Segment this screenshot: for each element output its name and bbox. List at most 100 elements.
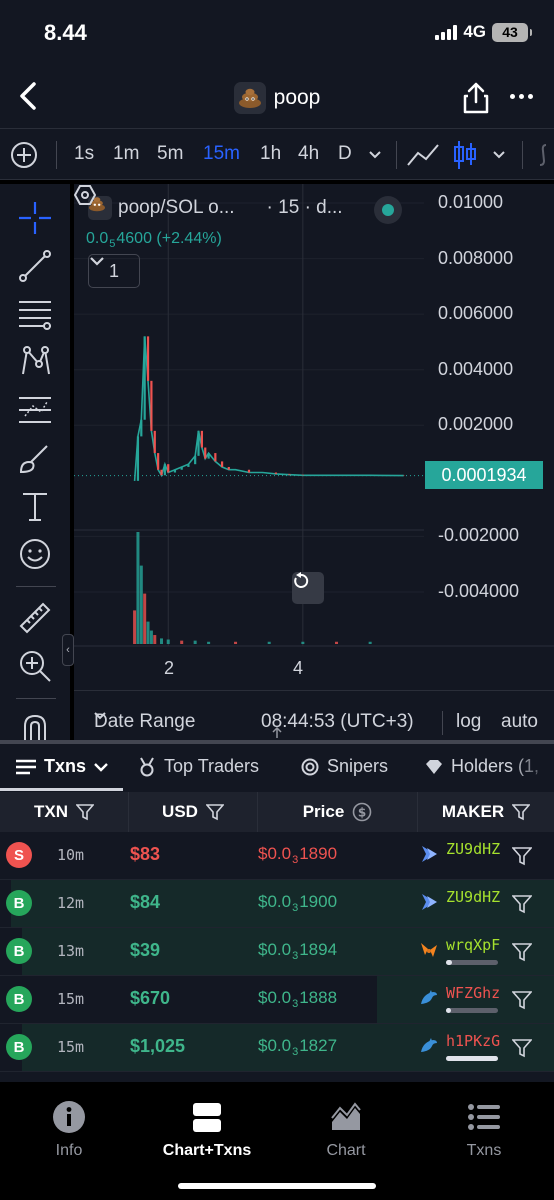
zoom-in-icon[interactable] (17, 648, 53, 684)
filter-icon[interactable] (512, 803, 531, 821)
log-scale-toggle[interactable]: log (456, 711, 481, 733)
filter-icon[interactable] (512, 942, 532, 962)
table-row[interactable]: B 13m $39 $0.031894 wrqXpF (0, 928, 554, 976)
bottom-tab-label: Chart+Txns (162, 1142, 252, 1159)
market-status-icon[interactable] (374, 196, 402, 224)
currency-toggle-icon[interactable]: $ (352, 802, 372, 822)
column-txn[interactable]: TXN (0, 792, 129, 832)
filter-icon[interactable] (76, 803, 94, 821)
crosshair-icon[interactable] (17, 200, 53, 236)
reset-icon (294, 572, 309, 588)
column-label: MAKER (441, 802, 505, 821)
prediction-icon[interactable] (17, 392, 53, 428)
tab-top-traders[interactable]: Top Traders (138, 756, 259, 777)
indicators-icon[interactable] (538, 141, 554, 169)
price-chart[interactable]: poop/SOL o... · 15 · d... 0.054600 (+2.4… (74, 184, 554, 740)
filter-icon[interactable] (512, 990, 532, 1010)
solana-icon (422, 894, 437, 910)
emoji-icon[interactable] (17, 536, 53, 572)
timeframe-d[interactable]: D (338, 143, 352, 165)
text-icon[interactable] (17, 488, 53, 524)
filter-icon[interactable] (205, 803, 224, 821)
txn-usd: $1,025 (130, 1036, 186, 1056)
chart-type-dropdown-icon[interactable] (492, 149, 506, 161)
txn-usd: $39 (130, 940, 161, 960)
home-indicator (178, 1183, 376, 1189)
pattern-icon[interactable] (17, 344, 53, 380)
legend-symbol: poop/SOL o... (118, 197, 235, 218)
txn-table-header: TXN USD Price $ MAKER (0, 792, 554, 832)
indicator-toggle[interactable]: 1 (88, 254, 140, 288)
battery-icon: 43 (492, 22, 532, 42)
chart-footer: Date Range 08:44:53 (UTC+3) log auto (74, 690, 554, 740)
timeframe-4h[interactable]: 4h (298, 143, 319, 165)
diamond-icon (426, 759, 442, 774)
txn-age: 15m (57, 990, 85, 1008)
status-indicators: 4G 43 (435, 22, 532, 42)
timeframe-1s[interactable]: 1s (74, 143, 94, 165)
table-row[interactable]: B 15m $1,025 $0.031827 h1PKzG (0, 1024, 554, 1072)
timeframe-15m[interactable]: 15m (203, 143, 240, 165)
bottom-tab-chart-txns[interactable]: Chart+Txns (138, 1100, 276, 1160)
brush-icon[interactable] (17, 440, 53, 476)
filter-icon[interactable] (512, 846, 532, 866)
line-chart-icon[interactable] (406, 141, 440, 169)
trend-line-icon[interactable] (17, 248, 53, 284)
maker-address[interactable]: wrqXpF (446, 936, 500, 954)
chart-settings-icon[interactable] (74, 184, 96, 206)
toolbar-divider (522, 141, 523, 169)
solana-icon (422, 846, 437, 862)
txn-age: 13m (57, 942, 85, 960)
add-indicator-icon[interactable] (10, 141, 38, 169)
buy-badge: B (6, 1034, 32, 1060)
timeframe-1h[interactable]: 1h (260, 143, 281, 165)
toolbar-divider (56, 141, 57, 169)
timeframe-1m[interactable]: 1m (113, 143, 139, 165)
txn-age: 12m (57, 894, 85, 912)
table-row[interactable]: B 15m $670 $0.031888 WFZGhz (0, 976, 554, 1024)
column-usd[interactable]: USD (129, 792, 258, 832)
maker-address[interactable]: ZU9dHZ (446, 840, 500, 858)
candlestick-icon[interactable] (452, 139, 478, 171)
tab-txns[interactable]: Txns (16, 756, 108, 777)
txn-price: $0.031888 (258, 988, 338, 1010)
column-price[interactable]: Price $ (258, 792, 418, 832)
maker-address[interactable]: h1PKzG (446, 1032, 500, 1050)
maker-address[interactable]: ZU9dHZ (446, 888, 500, 906)
toolbar-collapse-handle[interactable]: ‹ (62, 634, 74, 666)
svg-text:$: $ (358, 806, 366, 820)
table-row[interactable]: B 12m $84 $0.031900 ZU9dHZ (0, 880, 554, 928)
timeframe-dropdown-icon[interactable] (368, 149, 382, 161)
txn-price: $0.031827 (258, 1036, 338, 1058)
timeframe-5m[interactable]: 5m (157, 143, 183, 165)
reset-chart-button[interactable] (292, 572, 324, 604)
token-name: poop (273, 86, 321, 109)
auto-scale-toggle[interactable]: auto (501, 711, 538, 733)
list-icon (468, 1104, 500, 1130)
maker-holding-bar (446, 1056, 498, 1061)
table-row[interactable]: S 10m $83 $0.031890 ZU9dHZ (0, 832, 554, 880)
active-tab-indicator (0, 788, 123, 791)
x-axis-tick: 4 (293, 658, 304, 678)
bottom-tab-chart[interactable]: Chart (277, 1100, 415, 1160)
fox-icon (421, 943, 437, 957)
magnet-icon[interactable] (17, 712, 53, 740)
ruler-icon[interactable] (17, 600, 53, 636)
date-range-button[interactable]: Date Range (94, 711, 195, 733)
column-maker[interactable]: MAKER (418, 792, 554, 832)
bottom-tab-txns[interactable]: Txns (415, 1100, 553, 1160)
volume-bar (335, 641, 338, 644)
drawing-toolbar (0, 184, 70, 740)
fib-retracement-icon[interactable] (17, 296, 53, 332)
more-icon[interactable] (510, 84, 540, 108)
tab-snipers[interactable]: Snipers (301, 756, 388, 777)
chevron-down-icon (94, 712, 106, 720)
status-time: 8.44 (44, 20, 87, 45)
filter-icon[interactable] (512, 894, 532, 914)
maker-address[interactable]: WFZGhz (446, 984, 500, 1002)
token-avatar (233, 82, 266, 114)
share-icon[interactable] (458, 80, 494, 116)
bottom-tab-info[interactable]: Info (0, 1100, 138, 1160)
filter-icon[interactable] (512, 1038, 532, 1058)
volume-bar (193, 640, 197, 644)
